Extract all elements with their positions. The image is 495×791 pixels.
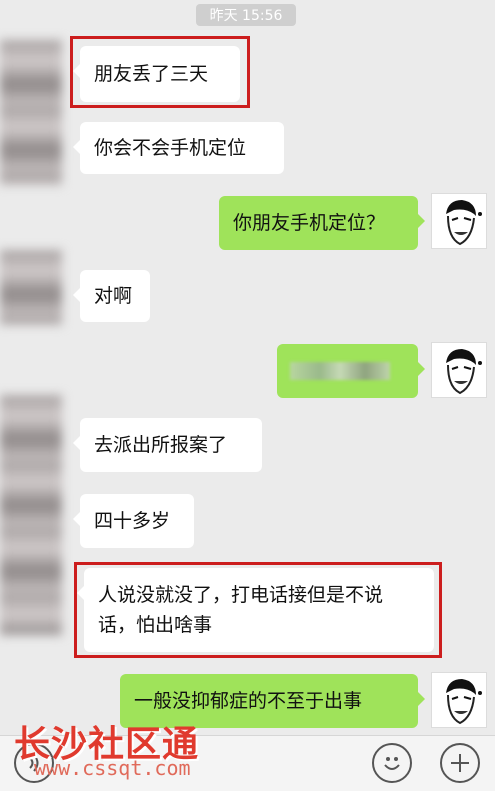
message-text: 四十多岁: [94, 510, 171, 532]
face-sketch-icon: [446, 349, 482, 395]
highlight-box: [74, 562, 442, 658]
message-text: 一般没抑郁症的不至于出事: [134, 690, 363, 712]
message-text: 你会不会手机定位: [94, 137, 247, 159]
message-bubble-sent[interactable]: 你朋友手机定位？: [219, 196, 425, 250]
watermark-url: www.cssqt.com: [34, 756, 191, 780]
self-avatar[interactable]: [431, 342, 487, 398]
message-text: 你朋友手机定位？: [233, 212, 386, 234]
message-bubble-received[interactable]: 对啊: [73, 270, 150, 322]
message-bubble-received[interactable]: 你会不会手机定位: [73, 122, 284, 174]
contact-avatar[interactable]: [0, 395, 62, 635]
contact-avatar[interactable]: [0, 40, 62, 185]
emoji-button[interactable]: [372, 743, 412, 783]
timestamp: 昨天 15:56: [196, 4, 296, 26]
message-bubble-received[interactable]: 去派出所报案了: [73, 418, 262, 472]
contact-avatar[interactable]: [0, 250, 62, 325]
plus-icon: [451, 754, 469, 772]
message-bubble-received[interactable]: 四十多岁: [73, 494, 194, 548]
message-text: 去派出所报案了: [94, 434, 228, 456]
face-sketch-icon: [446, 679, 482, 725]
message-text: 对啊: [94, 285, 133, 307]
emoji-icon: [384, 757, 400, 770]
self-avatar[interactable]: [431, 193, 487, 249]
mosaic-blur: [290, 362, 390, 380]
highlight-box: [70, 36, 250, 108]
self-avatar[interactable]: [431, 672, 487, 728]
face-sketch-icon: [446, 200, 482, 246]
plus-button[interactable]: [440, 743, 480, 783]
